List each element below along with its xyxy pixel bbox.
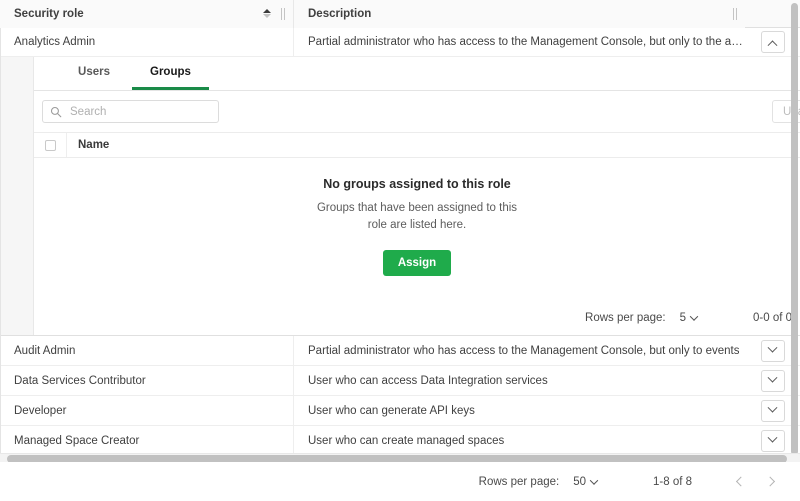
chevron-right-icon [765,477,775,487]
cell-description-text: User who can generate API keys [308,405,475,417]
cell-security-role: Data Services Contributor [0,366,294,395]
empty-state: No groups assigned to this role Groups t… [34,158,800,301]
column-header-security-role[interactable]: Security role [0,0,294,28]
chevron-down-icon [768,373,778,383]
detail-rows-per-page-value: 5 [680,312,686,324]
detail-pagination-range: 0-0 of 0 [753,312,792,324]
rows-per-page-select[interactable]: 50 [569,474,601,490]
chevron-left-icon [735,477,745,487]
groups-list-header: Name [34,133,800,158]
column-header-description-label: Description [308,8,728,20]
expand-row-button[interactable] [761,370,785,392]
tab-groups-label: Groups [150,66,191,78]
assign-button[interactable]: Assign [383,250,451,276]
expand-row-button[interactable] [761,430,785,452]
sort-descending-triangle [263,14,271,18]
cell-description: User who can generate API keys [294,396,745,425]
select-all-checkbox[interactable] [45,140,56,151]
empty-state-subtitle: Groups that have been assigned to this r… [312,200,522,233]
cell-security-role: Audit Admin [0,336,294,365]
chevron-down-icon [768,403,778,413]
table-row[interactable]: Managed Space Creator User who can creat… [0,426,800,456]
table-row[interactable]: Developer User who can generate API keys [0,396,800,426]
cell-description-text: Partial administrator who has access to … [308,36,745,48]
vertical-scrollbar-thumb[interactable] [791,3,798,455]
expand-row-button[interactable] [761,340,785,362]
cell-description: User who can access Data Integration ser… [294,366,745,395]
cell-description-text: Partial administrator who has access to … [308,345,739,357]
cell-description: User who can create managed spaces [294,426,745,455]
column-header-description[interactable]: Description [294,0,745,28]
cell-security-role: Managed Space Creator [0,426,294,455]
table-left-edge [0,0,1,456]
detail-rows-per-page-select[interactable]: 5 [676,310,701,326]
chevron-down-icon [768,433,778,443]
column-header-security-role-label: Security role [14,8,262,20]
security-roles-table-region: Security role Description Analytics Admi… [0,0,800,456]
table-row[interactable]: Audit Admin Partial administrator who ha… [0,336,800,366]
cell-description: Partial administrator who has access to … [294,336,745,365]
tab-users-label: Users [78,66,110,78]
column-resize-handle-security-role[interactable] [278,7,287,21]
search-input[interactable] [68,105,218,119]
next-page-button[interactable] [758,469,784,495]
chevron-down-icon [768,343,778,353]
table-header-row: Security role Description [0,0,800,28]
cell-description-text: User who can access Data Integration ser… [308,375,548,387]
search-box[interactable] [42,100,219,123]
empty-state-title: No groups assigned to this role [323,177,511,191]
sort-icon[interactable] [262,7,272,21]
sort-ascending-triangle [263,9,271,13]
chevron-down-icon [590,476,598,484]
detail-toolbar: Unassign [34,91,800,133]
rows-per-page-label: Rows per page: [479,476,560,488]
vertical-scrollbar[interactable] [791,3,798,455]
tab-users[interactable]: Users [56,57,132,90]
column-header-name: Name [67,139,109,151]
cell-description-text: User who can create managed spaces [308,435,504,447]
cell-security-role: Analytics Admin [0,28,294,56]
table-row[interactable]: Analytics Admin Partial administrator wh… [0,28,800,57]
select-all-cell [34,133,67,157]
detail-tabs: Users Groups [34,57,800,91]
search-icon [50,106,62,118]
expanded-detail-wrapper: Users Groups Unassign [0,57,800,336]
chevron-up-icon [768,40,778,50]
detail-rows-per-page-label: Rows per page: [585,312,666,324]
cell-security-role: Developer [0,396,294,425]
role-detail-panel: Users Groups Unassign [33,57,800,335]
tab-groups[interactable]: Groups [132,57,209,90]
rows-per-page-value: 50 [573,476,586,488]
table-pagination: Rows per page: 50 1-8 of 8 [0,462,800,501]
expand-row-button[interactable] [761,400,785,422]
previous-page-button[interactable] [726,469,752,495]
table-row[interactable]: Data Services Contributor User who can a… [0,366,800,396]
detail-pagination: Rows per page: 5 0-0 of 0 [34,301,800,335]
chevron-down-icon [690,312,698,320]
pagination-range: 1-8 of 8 [653,476,692,488]
cell-description: Partial administrator who has access to … [294,28,745,56]
security-roles-page: Security role Description Analytics Admi… [0,0,800,501]
collapse-row-button[interactable] [761,31,785,53]
column-resize-handle-description[interactable] [730,7,739,21]
